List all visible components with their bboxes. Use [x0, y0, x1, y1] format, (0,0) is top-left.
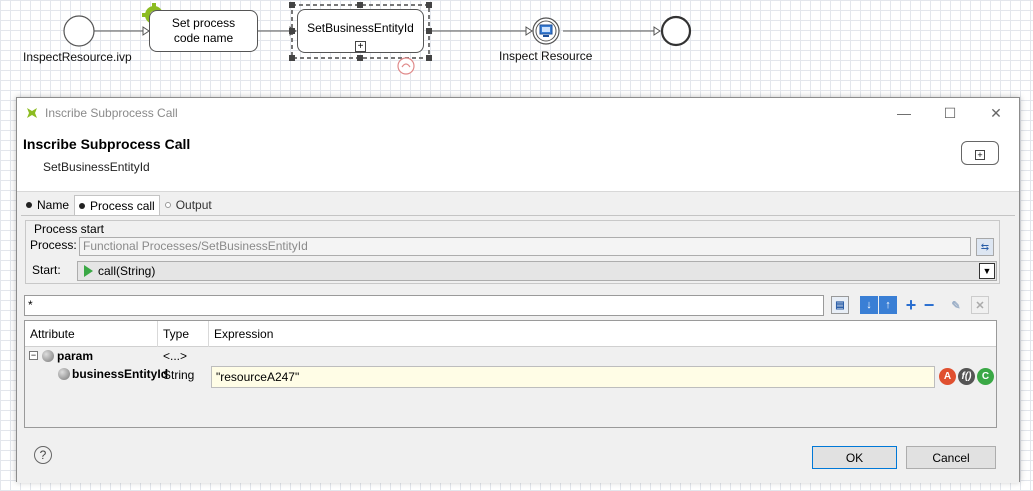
attribute-type: String — [163, 368, 195, 382]
help-icon[interactable]: ? — [34, 446, 52, 464]
tab-status-icon — [79, 203, 86, 209]
ok-button[interactable]: OK — [812, 446, 897, 469]
content-assist-icon[interactable]: C — [977, 368, 994, 385]
group-title: Process start — [34, 222, 105, 236]
attribute-browser-icon[interactable]: A — [939, 368, 956, 385]
table-row[interactable]: − param <...> — [25, 349, 996, 365]
add-icon[interactable]: + — [902, 295, 920, 315]
cancel-button[interactable]: Cancel — [906, 446, 996, 469]
attribute-icon — [42, 350, 54, 362]
delete-icon[interactable]: ✕ — [971, 296, 989, 314]
header-subtitle: SetBusinessEntityId — [43, 160, 150, 174]
start-signature-icon — [84, 265, 93, 277]
attribute-name: param — [57, 349, 94, 363]
start-label: Start: — [32, 263, 61, 277]
move-down-icon[interactable]: ↓ — [860, 296, 878, 314]
close-button[interactable]: ✕ — [973, 98, 1019, 128]
task-label: Set process code name — [172, 16, 235, 46]
stopwatch-icon — [397, 57, 415, 75]
minimize-button[interactable]: — — [881, 98, 927, 128]
move-up-icon[interactable]: ↑ — [879, 296, 897, 314]
process-call-panel: Process start Process: Functional Proces… — [21, 215, 1015, 431]
column-attribute[interactable]: Attribute — [25, 321, 158, 347]
process-label: Process: — [30, 238, 77, 252]
attribute-name: businessEntityId — [72, 367, 169, 381]
task-label-line2: code name — [173, 31, 234, 45]
column-type[interactable]: Type — [158, 321, 209, 347]
tab-bar: Name Process call Output — [21, 195, 217, 216]
maximize-button[interactable]: ☐ — [927, 98, 973, 128]
process-field[interactable]: Functional Processes/SetBusinessEntityId — [79, 237, 971, 256]
app-icon — [27, 108, 37, 118]
process-diagram: InspectResource.ivp Set process code nam… — [0, 0, 1033, 92]
dialog-header: Inscribe Subprocess Call SetBusinessEnti… — [17, 128, 1019, 192]
user-task-label: Inspect Resource — [499, 49, 593, 63]
task-label-line1: Set process — [171, 16, 236, 30]
dialog-footer: ? OK Cancel — [17, 433, 1019, 483]
process-start-group: Process start Process: Functional Proces… — [25, 220, 1000, 284]
task-set-process-code-name[interactable]: Set process code name — [149, 10, 258, 52]
expression-input[interactable]: "resourceA247" — [211, 366, 935, 388]
tab-output[interactable]: Output — [160, 195, 217, 215]
start-value: call(String) — [98, 264, 156, 278]
subprocess-label: SetBusinessEntityId — [307, 21, 414, 35]
attribute-icon — [58, 368, 70, 380]
start-event[interactable] — [63, 15, 95, 47]
attribute-filter-input[interactable]: * — [24, 295, 824, 316]
tab-status-icon — [26, 202, 32, 208]
end-event[interactable] — [660, 15, 692, 47]
expand-icon: + — [355, 41, 366, 52]
table-view-icon[interactable]: ▤ — [831, 296, 849, 314]
tab-status-icon — [164, 202, 171, 208]
chevron-down-icon[interactable]: ▼ — [979, 263, 995, 279]
start-event-label: InspectResource.ivp — [23, 50, 132, 64]
collapse-icon[interactable]: − — [29, 351, 38, 360]
function-browser-icon[interactable]: f() — [958, 368, 975, 385]
browse-process-icon[interactable]: ⇆ — [976, 238, 994, 256]
inscribe-dialog: Inscribe Subprocess Call — ☐ ✕ Inscribe … — [16, 97, 1020, 483]
tab-label: Name — [37, 198, 70, 212]
title-bar[interactable]: Inscribe Subprocess Call — ☐ ✕ — [17, 98, 1019, 128]
table-row[interactable]: businessEntityId String "resourceA247" A… — [25, 366, 996, 388]
tab-label: Output — [175, 198, 212, 212]
table-header: Attribute Type Expression — [25, 321, 996, 347]
tab-name[interactable]: Name — [21, 195, 74, 215]
tab-process-call[interactable]: Process call — [74, 195, 160, 216]
attribute-table: Attribute Type Expression − param <...> … — [24, 320, 997, 428]
start-select[interactable]: call(String) ▼ — [77, 261, 997, 281]
header-title: Inscribe Subprocess Call — [23, 136, 191, 152]
edit-icon[interactable]: ✎ — [947, 296, 965, 314]
subprocess-icon: + — [961, 141, 999, 165]
attribute-type: <...> — [163, 349, 188, 363]
column-expression[interactable]: Expression — [209, 321, 996, 347]
window-title: Inscribe Subprocess Call — [45, 106, 178, 120]
remove-icon[interactable]: − — [920, 295, 938, 315]
tab-label: Process call — [90, 199, 155, 213]
subprocess-set-business-entity-id[interactable]: SetBusinessEntityId + — [297, 9, 424, 53]
